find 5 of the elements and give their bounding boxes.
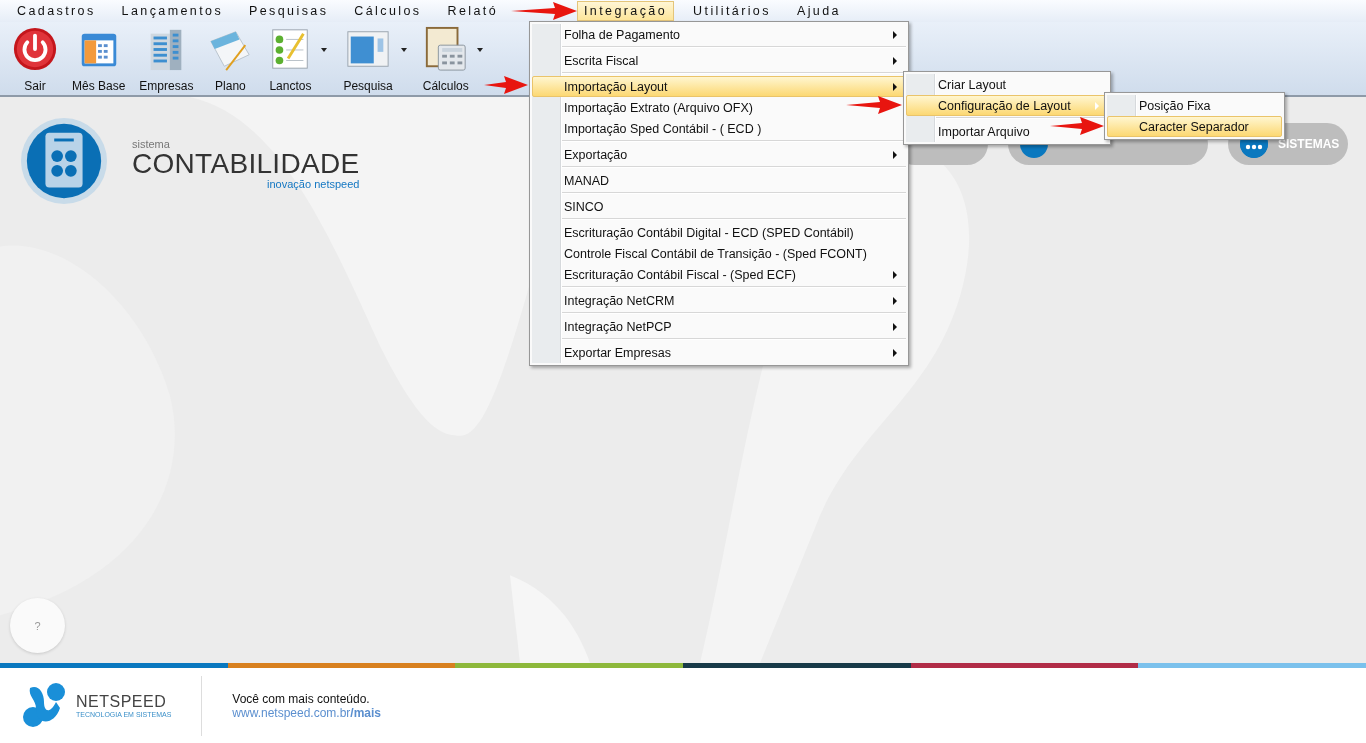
footer-message: Você com mais conteúdo.	[232, 691, 371, 706]
logo-name: NETSPEED	[76, 693, 168, 711]
brand-name: CONTABILIDADE	[132, 150, 360, 178]
brand-tagline: inovação netspeed	[267, 178, 360, 190]
brand-prefix: sistema	[132, 138, 171, 150]
